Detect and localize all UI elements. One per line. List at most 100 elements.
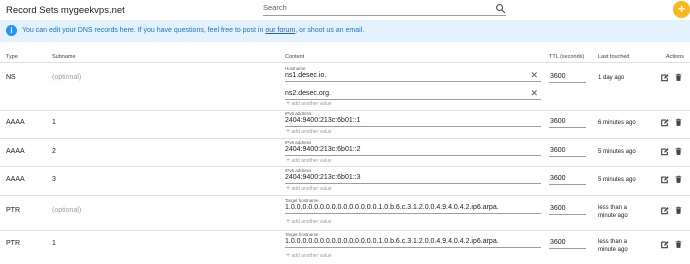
- subname-field[interactable]: 1: [52, 119, 56, 126]
- app-header: Record Sets mygeekvps.net +: [0, 0, 690, 20]
- search-input[interactable]: [263, 1, 483, 14]
- edit-icon[interactable]: [660, 118, 669, 127]
- add-value-label: add another value: [291, 253, 332, 259]
- content-field[interactable]: Hostname ns1.desec.io. ✕: [285, 66, 541, 82]
- column-header-actions: Actions: [666, 54, 685, 60]
- content-field[interactable]: Target hostname 1.0.0.0.0.0.0.0.0.0.0.0.…: [285, 232, 541, 248]
- content-field[interactable]: Target hostname 1.0.0.0.0.0.0.0.0.0.0.0.…: [285, 198, 541, 214]
- ttl-field[interactable]: 3600: [549, 201, 586, 215]
- record-type: AAAA: [6, 148, 25, 155]
- ttl-value[interactable]: 3600: [550, 73, 566, 80]
- add-value-button[interactable]: + add another value: [286, 252, 332, 259]
- edit-icon[interactable]: [660, 147, 669, 156]
- trash-icon[interactable]: [674, 175, 683, 184]
- last-touched: 1 day ago: [598, 75, 625, 81]
- column-header-last-touched[interactable]: Last touched: [598, 54, 630, 60]
- row-divider: [0, 230, 690, 231]
- search-icon[interactable]: [495, 3, 506, 14]
- content-value[interactable]: ns1.desec.io.: [285, 72, 326, 79]
- subname-field[interactable]: 2: [52, 148, 56, 155]
- ttl-value[interactable]: 3600: [550, 118, 566, 125]
- plus-icon: +: [286, 157, 291, 164]
- add-value-label: add another value: [291, 158, 332, 164]
- content-label: IPv6 address: [285, 111, 312, 116]
- add-value-button[interactable]: + add another value: [286, 157, 332, 164]
- edit-icon[interactable]: [660, 175, 669, 184]
- close-icon[interactable]: ✕: [530, 71, 538, 80]
- ttl-value[interactable]: 3600: [550, 147, 566, 154]
- row-divider: [0, 195, 690, 196]
- subname-field[interactable]: (optional): [52, 207, 81, 214]
- ttl-value[interactable]: 3600: [550, 239, 566, 246]
- record-type: AAAA: [6, 119, 25, 126]
- add-value-button[interactable]: + add another value: [286, 128, 332, 135]
- row-divider: [0, 166, 690, 167]
- subname-field[interactable]: 1: [52, 240, 56, 247]
- close-icon[interactable]: ✕: [530, 89, 538, 98]
- ttl-field[interactable]: 3600: [549, 114, 586, 128]
- info-icon: i: [6, 25, 17, 36]
- content-value[interactable]: 1.0.0.0.0.0.0.0.0.0.0.0.0.0.0.0.1.0.b.6.…: [285, 238, 499, 245]
- ttl-field[interactable]: 3600: [549, 143, 586, 157]
- content-field[interactable]: ns2.desec.org. ✕: [285, 85, 541, 100]
- content-field[interactable]: IPv6 address 2404:9400:213c:6b01::1: [285, 111, 541, 127]
- content-value[interactable]: 2404:9400:213c:6b01::3: [285, 174, 361, 181]
- subname-field[interactable]: (optional): [52, 74, 81, 81]
- row-divider: [0, 110, 690, 111]
- trash-icon[interactable]: [674, 240, 683, 249]
- ttl-value[interactable]: 3600: [550, 205, 566, 212]
- edit-icon[interactable]: [660, 206, 669, 215]
- plus-icon: +: [286, 252, 291, 259]
- add-value-button[interactable]: + add another value: [286, 100, 332, 107]
- record-type: PTR: [6, 207, 20, 214]
- header-divider: [0, 62, 690, 63]
- banner-text: You can edit your DNS records here. If y…: [22, 27, 364, 34]
- row-divider: [0, 138, 690, 139]
- column-header-content[interactable]: Content: [285, 54, 304, 60]
- content-label: Target hostname: [285, 232, 319, 237]
- content-label: Target hostname: [285, 198, 319, 203]
- add-value-label: add another value: [291, 219, 332, 225]
- banner-text-after: , or shoot us an email.: [295, 27, 365, 34]
- column-header-type[interactable]: Type: [6, 54, 18, 60]
- content-label: Hostname: [285, 66, 306, 71]
- subname-field[interactable]: 3: [52, 176, 56, 183]
- info-banner: i You can edit your DNS records here. If…: [0, 20, 690, 42]
- content-value[interactable]: 2404:9400:213c:6b01::1: [285, 117, 361, 124]
- content-label: IPv6 address: [285, 140, 312, 145]
- column-header-ttl[interactable]: TTL (seconds): [549, 54, 584, 60]
- forum-link[interactable]: our forum: [265, 27, 295, 34]
- last-touched: 5 minutes ago: [598, 177, 636, 183]
- search-box[interactable]: [263, 1, 506, 16]
- ttl-value[interactable]: 3600: [550, 175, 566, 182]
- content-value[interactable]: ns2.desec.org.: [285, 90, 331, 97]
- trash-icon[interactable]: [674, 73, 683, 82]
- edit-icon[interactable]: [660, 73, 669, 82]
- last-touched: less than a minute ago: [598, 205, 628, 219]
- banner-text-before: You can edit your DNS records here. If y…: [22, 27, 266, 34]
- add-value-label: add another value: [291, 101, 332, 107]
- content-label: IPv6 address: [285, 168, 312, 173]
- content-field[interactable]: IPv6 address 2404:9400:213c:6b01::2: [285, 140, 541, 156]
- ttl-field[interactable]: 3600: [549, 69, 586, 83]
- trash-icon[interactable]: [674, 206, 683, 215]
- content-value[interactable]: 1.0.0.0.0.0.0.0.0.0.0.0.0.0.0.0.1.0.b.6.…: [285, 204, 499, 211]
- ttl-field[interactable]: 3600: [549, 171, 586, 185]
- plus-icon: +: [286, 185, 291, 192]
- last-touched: less than a minute ago: [598, 239, 628, 253]
- add-record-button[interactable]: +: [673, 1, 690, 18]
- add-value-button[interactable]: + add another value: [286, 218, 332, 225]
- content-field[interactable]: IPv6 address 2404:9400:213c:6b01::3: [285, 168, 541, 184]
- column-header-subname[interactable]: Subname: [52, 54, 76, 60]
- trash-icon[interactable]: [674, 118, 683, 127]
- record-type: AAAA: [6, 176, 25, 183]
- edit-icon[interactable]: [660, 240, 669, 249]
- plus-icon: +: [286, 218, 291, 225]
- content-value[interactable]: 2404:9400:213c:6b01::2: [285, 146, 361, 153]
- last-touched: 5 minutes ago: [598, 149, 636, 155]
- page-title: Record Sets mygeekvps.net: [6, 5, 125, 16]
- add-value-button[interactable]: + add another value: [286, 185, 332, 192]
- ttl-field[interactable]: 3600: [549, 235, 586, 249]
- trash-icon[interactable]: [674, 147, 683, 156]
- plus-icon: +: [286, 100, 291, 107]
